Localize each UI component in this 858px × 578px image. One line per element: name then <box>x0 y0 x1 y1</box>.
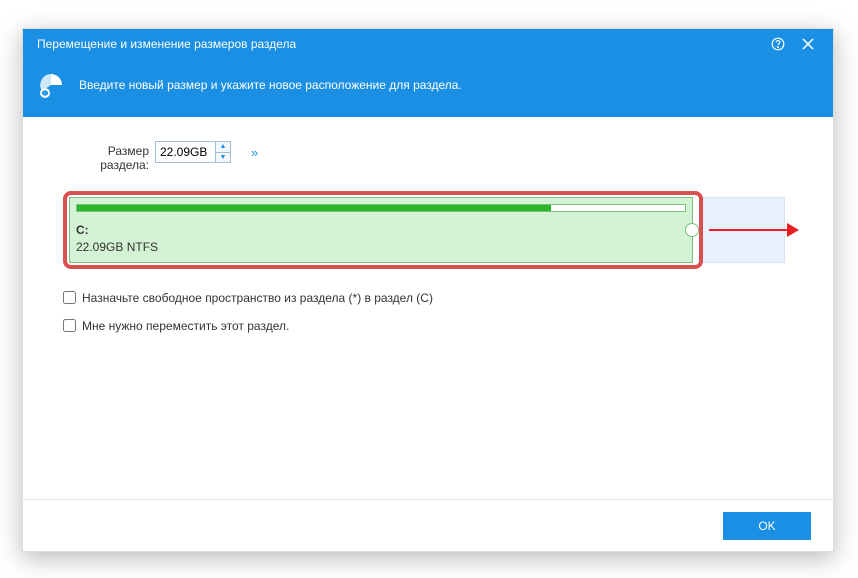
ok-button[interactable]: OK <box>723 512 811 540</box>
usage-bar <box>76 204 686 212</box>
need-move-checkbox[interactable] <box>63 319 76 332</box>
dialog-window: Перемещение и изменение размеров раздела… <box>22 28 834 552</box>
partition-area: C: 22.09GB NTFS <box>63 191 793 269</box>
usage-bar-fill <box>77 205 551 211</box>
need-move-label: Мне нужно переместить этот раздел. <box>82 319 289 333</box>
info-banner: Введите новый размер и укажите новое рас… <box>23 59 833 117</box>
content-area: Размер раздела: ▲ ▼ » C: 22.09GB NTF <box>23 117 833 499</box>
window-title: Перемещение и изменение размеров раздела <box>37 37 763 51</box>
banner-text: Введите новый размер и укажите новое рас… <box>79 78 462 92</box>
spin-down-icon[interactable]: ▼ <box>216 153 230 163</box>
assign-free-space-option[interactable]: Назначьте свободное пространство из разд… <box>63 291 793 305</box>
partition-detail: 22.09GB NTFS <box>76 239 686 256</box>
titlebar: Перемещение и изменение размеров раздела <box>23 29 833 59</box>
need-move-option[interactable]: Мне нужно переместить этот раздел. <box>63 319 793 333</box>
size-label: Размер раздела: <box>91 141 149 173</box>
assign-free-checkbox[interactable] <box>63 291 76 304</box>
help-icon[interactable] <box>763 29 793 59</box>
size-row: Размер раздела: ▲ ▼ » <box>91 141 793 173</box>
footer: OK <box>23 499 833 551</box>
partition-label: C: 22.09GB NTFS <box>76 222 686 256</box>
resize-handle[interactable] <box>685 223 699 237</box>
spin-up-icon[interactable]: ▲ <box>216 142 230 153</box>
size-input[interactable] <box>156 142 216 162</box>
assign-free-label: Назначьте свободное пространство из разд… <box>82 291 433 305</box>
drive-letter: C: <box>76 222 686 239</box>
size-spinner[interactable]: ▲ ▼ <box>155 141 231 163</box>
partition-move-icon <box>37 71 65 99</box>
expand-chevron-icon[interactable]: » <box>251 145 256 160</box>
close-icon[interactable] <box>793 29 823 59</box>
partition-c[interactable]: C: 22.09GB NTFS <box>69 197 693 263</box>
unallocated-space[interactable] <box>699 197 785 263</box>
